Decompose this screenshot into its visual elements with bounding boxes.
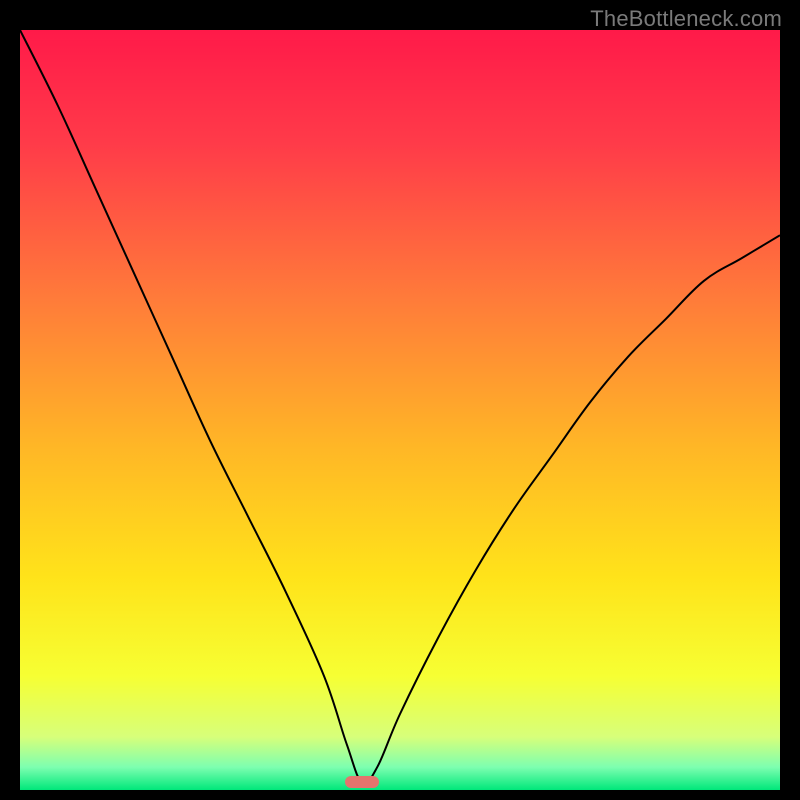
optimum-marker [345, 776, 379, 788]
watermark-text: TheBottleneck.com [590, 6, 782, 32]
plot-frame [20, 30, 780, 790]
bottleneck-curve [20, 30, 780, 790]
